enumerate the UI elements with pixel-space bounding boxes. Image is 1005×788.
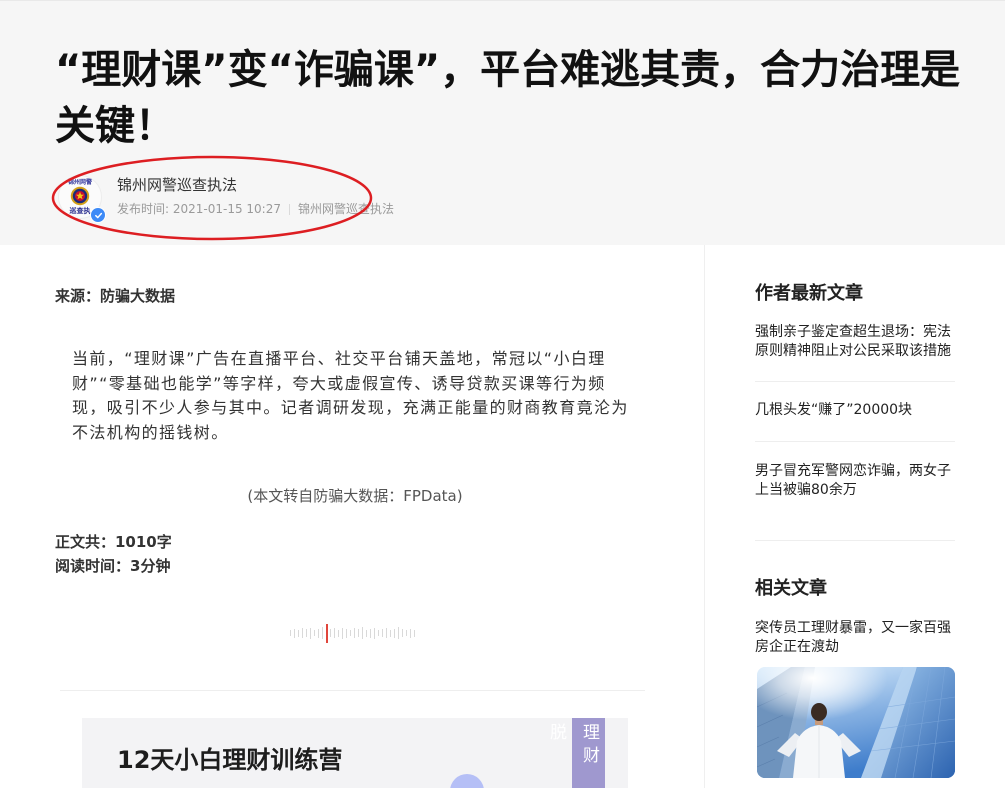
sidebar-divider [755,540,955,541]
waveform-bar [398,627,399,639]
latest-article-link[interactable]: 男子冒充军警网恋诈骗，两女子上当被骗80余万 [755,462,955,500]
promo-headline: 12天小白理财训练营 [117,746,343,774]
audio-waveform[interactable] [290,622,420,644]
author-avatar[interactable]: 锦州网警 巡查执 [58,175,106,223]
waveform-bar [302,628,303,638]
word-count: 正文共：1010字 [55,533,172,551]
police-emblem-icon [70,186,90,206]
publish-meta: 发布时间: 2021-01-15 10:27 锦州网警巡查执法 [117,201,394,217]
waveform-bar [386,628,387,638]
publish-time: 发布时间: 2021-01-15 10:27 [117,202,281,216]
waveform-bar [342,627,343,639]
waveform-playhead [326,623,328,643]
latest-article-link[interactable]: 强制亲子鉴定查超生退场：宪法原则精神阻止对公民采取该措施 [755,323,955,361]
waveform-bar [350,630,351,636]
waveform-bar [394,628,395,638]
waveform-bar [314,630,315,636]
waveform-bar [330,629,331,637]
content-divider [60,690,645,691]
promo-image: 12天小白理财训练营 理财脱 [82,718,628,788]
waveform-bar [294,628,295,638]
article-title: “理财课”变“诈骗课”，平台难逃其责，合力治理是关键！ [55,47,961,149]
related-article-thumbnail[interactable] [757,667,955,778]
sidebar-divider [755,381,955,382]
related-article-link[interactable]: 突传员工理财暴雷，又一家百强房企正在渡劫 [755,619,955,657]
waveform-bar [318,628,319,638]
waveform-bar [406,630,407,636]
waveform-bar [338,629,339,637]
reprint-note: (本文转自防骗大数据：FPData) [247,487,463,505]
waveform-bar [310,627,311,639]
read-time: 阅读时间：3分钟 [55,557,171,575]
author-name-link[interactable]: 锦州网警巡查执法 [117,175,237,195]
waveform-bar [378,630,379,636]
sidebar-divider [755,441,955,442]
related-articles-heading: 相关文章 [755,578,827,599]
article-header: “理财课”变“诈骗课”，平台难逃其责，合力治理是关键！ 锦州网警 巡查执 锦州网… [0,0,1005,245]
article-paragraph: 当前，“理财课”广告在直播平台、社交平台铺天盖地，常冠以“小白理财”“零基础也能… [72,349,629,442]
waveform-bar [358,629,359,637]
skyscraper-photo-illustration [757,667,955,778]
waveform-bar [390,629,391,637]
waveform-bar [374,627,375,639]
waveform-bar [298,629,299,637]
waveform-bar [346,628,347,638]
waveform-bar [306,629,307,637]
publish-source: 锦州网警巡查执法 [298,202,395,216]
latest-articles-heading: 作者最新文章 [755,283,863,304]
waveform-bar [370,628,371,638]
avatar-logo-text-top: 锦州网警 [67,179,92,186]
waveform-bar [354,628,355,638]
promo-side-label: 理财脱 [546,723,599,769]
column-divider [704,245,705,788]
article-source: 来源：防骗大数据 [55,287,176,305]
verified-check-icon [90,207,106,223]
meta-separator [289,203,290,215]
waveform-bar [362,627,363,639]
waveform-bar [366,629,367,637]
waveform-bar [410,628,411,638]
waveform-bar [414,629,415,637]
latest-article-link[interactable]: 几根头发“赚了”20000块 [755,401,955,420]
waveform-bar [334,628,335,638]
waveform-bar [382,629,383,637]
article-page: “理财课”变“诈骗课”，平台难逃其责，合力治理是关键！ 锦州网警 巡查执 锦州网… [0,0,1005,788]
waveform-bar [322,627,323,639]
waveform-bar [290,630,291,636]
promo-decoration-shape [450,774,484,788]
waveform-bar [402,629,403,637]
promo-side-strip: 理财脱 [546,718,605,788]
